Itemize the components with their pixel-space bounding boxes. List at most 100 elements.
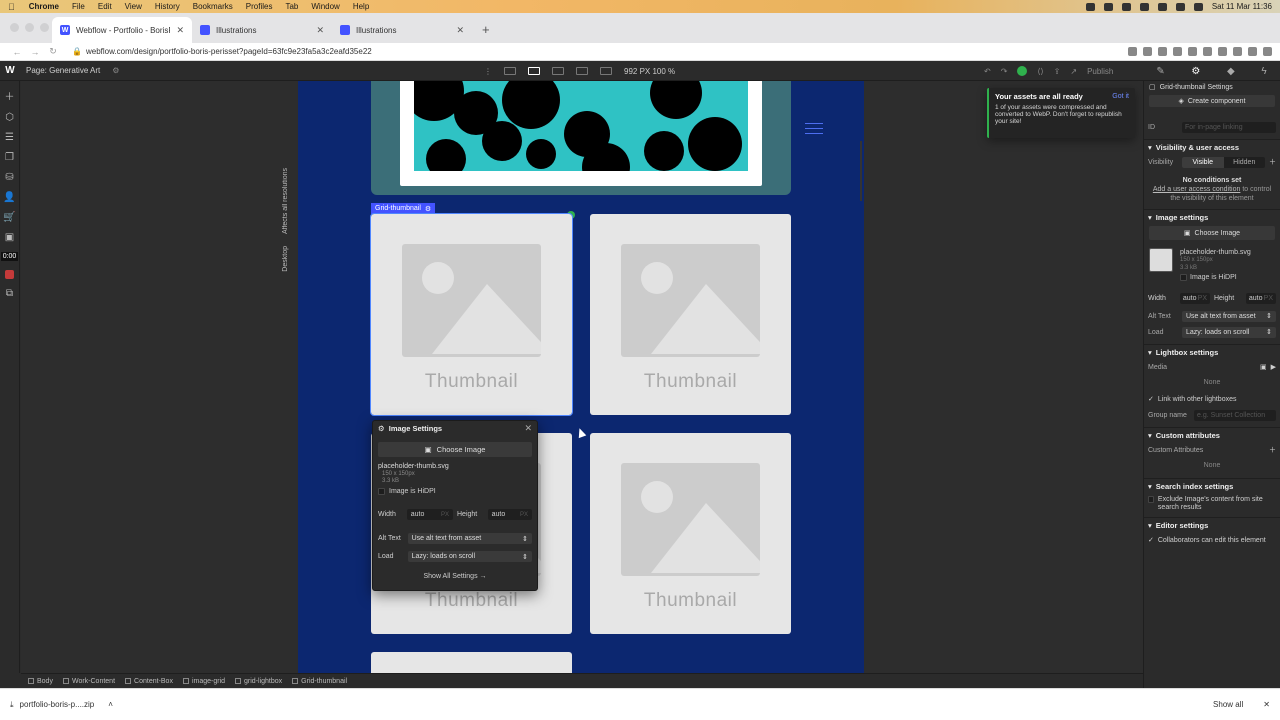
breakpoint-mobile-icon[interactable] <box>600 67 612 75</box>
close-icon[interactable]: ✕ <box>1263 700 1270 709</box>
hidden-option[interactable]: Hidden <box>1224 157 1266 168</box>
back-arrow-icon[interactable]: ← <box>8 47 26 57</box>
chevron-up-icon[interactable]: ˄ <box>108 700 113 709</box>
webflow-logo[interactable]: W <box>0 65 20 76</box>
extension-icon[interactable] <box>1218 47 1227 56</box>
image-section-header[interactable]: ▾ Image settings <box>1144 209 1280 224</box>
dropbox-icon[interactable] <box>1103 2 1113 11</box>
breadcrumb-grid-lightbox[interactable]: grid-lightbox <box>232 678 285 685</box>
profile-icon[interactable] <box>1248 47 1257 56</box>
maximize-window-button[interactable] <box>40 23 49 32</box>
editor-section-header[interactable]: ▾ Editor settings <box>1144 517 1280 532</box>
hidpi-row[interactable]: Image is HiDPI <box>1180 273 1251 282</box>
add-attribute-icon[interactable]: ＋ <box>1269 445 1276 455</box>
tab-illustrations-2[interactable]: Illustrations ✕ <box>332 17 472 43</box>
menu-app-chrome[interactable]: Chrome <box>29 2 59 11</box>
custom-attributes-section-header[interactable]: ▾ Custom attributes <box>1144 427 1280 442</box>
hidpi-checkbox[interactable] <box>378 488 385 495</box>
breadcrumb-content-box[interactable]: Content-Box <box>122 678 176 685</box>
tab-webflow[interactable]: W Webflow - Portfolio - BorisPérisset ✕ <box>52 17 192 43</box>
gear-status-icon[interactable] <box>1085 2 1095 11</box>
forward-arrow-icon[interactable]: → <box>26 47 44 57</box>
extension-icon[interactable] <box>1158 47 1167 56</box>
extension-icon[interactable] <box>1188 47 1197 56</box>
generative-art-card[interactable] <box>371 81 791 195</box>
close-icon[interactable]: ✕ <box>524 423 532 434</box>
star-icon[interactable] <box>1143 47 1152 56</box>
create-component-button[interactable]: ◈ Create component <box>1149 95 1275 107</box>
wifi-icon[interactable] <box>1157 2 1167 11</box>
exclude-search-row[interactable]: Exclude Image's content from site search… <box>1144 493 1280 513</box>
code-icon[interactable]: ⟨⟩ <box>1037 67 1043 76</box>
group-name-input[interactable]: e.g. Sunset Collection <box>1194 409 1276 421</box>
breakpoint-large-icon[interactable] <box>504 67 516 75</box>
id-input[interactable]: For in-page linking <box>1182 121 1276 133</box>
menu-window[interactable]: Window <box>311 2 339 11</box>
assets-icon[interactable]: ▣ <box>5 232 14 243</box>
breadcrumb-image-grid[interactable]: image-grid <box>180 678 228 685</box>
load-select[interactable]: Lazy: loads on scroll ⇕ <box>1182 326 1276 338</box>
show-all-settings-link[interactable]: Show All Settings → <box>373 573 537 580</box>
hidpi-checkbox[interactable] <box>1180 274 1187 282</box>
breakpoint-tablet-icon[interactable] <box>552 67 564 75</box>
check-icon[interactable]: ✓ <box>1148 536 1154 544</box>
image-thumbnail[interactable] <box>1149 248 1173 273</box>
apps-icon[interactable]: ⧉ <box>6 288 13 299</box>
grid-thumbnail[interactable]: Thumbnail <box>590 214 791 415</box>
alt-text-select[interactable]: Use alt text from asset ⇕ <box>1182 310 1276 322</box>
redo-icon[interactable]: ↷ <box>1001 67 1008 76</box>
cloud-icon[interactable] <box>1121 2 1131 11</box>
image-media-icon[interactable]: ▣ <box>1260 363 1267 371</box>
width-input[interactable]: auto PX <box>406 509 453 520</box>
page-settings-icon[interactable]: ⚙ <box>112 66 119 75</box>
interactions-tab-icon[interactable]: ◆ <box>1227 66 1235 77</box>
add-panel-icon[interactable]: ＋ <box>5 88 15 103</box>
extension-icon[interactable] <box>1173 47 1182 56</box>
height-input[interactable]: auto PX <box>487 509 532 520</box>
hidpi-checkbox-row[interactable]: Image is HiDPI <box>373 484 537 495</box>
visibility-section-header[interactable]: ▾ Visibility & user access <box>1144 139 1280 154</box>
page-selector[interactable]: Page: Generative Art <box>26 66 100 75</box>
more-icon[interactable] <box>1263 47 1272 56</box>
tab-illustrations-1[interactable]: Illustrations ✕ <box>192 17 332 43</box>
link-lightboxes-row[interactable]: ✓ Link with other lightboxes <box>1144 391 1280 407</box>
record-icon[interactable] <box>5 270 14 279</box>
video-media-icon[interactable]: ▶ <box>1271 363 1276 371</box>
settings-tab-gear-icon[interactable]: ⚙ <box>1191 66 1200 77</box>
menu-history[interactable]: History <box>155 2 180 11</box>
collaborators-row[interactable]: ✓ Collaborators can edit this element <box>1144 532 1280 548</box>
check-icon[interactable]: ✓ <box>1148 395 1154 403</box>
load-select[interactable]: Lazy: loads on scroll ⇕ <box>407 551 532 562</box>
close-window-button[interactable] <box>10 23 19 32</box>
minimize-window-button[interactable] <box>25 23 34 32</box>
menu-tab[interactable]: Tab <box>285 2 298 11</box>
breakpoint-landscape-icon[interactable] <box>576 67 588 75</box>
close-tab-icon[interactable]: ✕ <box>176 25 184 36</box>
menu-edit[interactable]: Edit <box>98 2 112 11</box>
breadcrumb-body[interactable]: Body <box>25 678 56 685</box>
download-item[interactable]: ⤓ portfolio-boris-p....zip ˄ <box>10 700 113 710</box>
battery-icon[interactable] <box>1139 2 1149 11</box>
new-tab-button[interactable]: + <box>482 22 490 37</box>
search-icon[interactable] <box>1175 2 1185 11</box>
hamburger-menu-icon[interactable] <box>805 123 823 138</box>
share-icon[interactable] <box>1128 47 1137 56</box>
close-tab-icon[interactable]: ✕ <box>316 25 324 36</box>
grid-thumbnail[interactable]: Thumbnail <box>370 213 573 416</box>
ecommerce-icon[interactable]: 🛒 <box>3 212 15 223</box>
grid-thumbnail[interactable] <box>371 652 572 673</box>
alt-text-select[interactable]: Use alt text from asset ⇕ <box>407 533 532 544</box>
menubar-clock[interactable]: Sat 11 Mar 11:36 <box>1212 2 1272 11</box>
menu-bookmarks[interactable]: Bookmarks <box>193 2 233 11</box>
symbols-icon[interactable]: ⬡ <box>5 112 14 123</box>
lightbox-section-header[interactable]: ▾ Lightbox settings <box>1144 344 1280 359</box>
grid-thumbnail[interactable]: Thumbnail <box>590 433 791 634</box>
gear-icon[interactable]: ⚙ <box>425 205 431 213</box>
puzzle-icon[interactable] <box>1233 47 1242 56</box>
add-condition-icon[interactable]: ＋ <box>1269 157 1276 167</box>
export-icon[interactable]: ⇪ <box>1054 67 1061 76</box>
users-icon[interactable]: 👤 <box>3 192 15 203</box>
selected-element-tag[interactable]: Grid-thumbnail ⚙ <box>371 203 436 214</box>
extension-icon[interactable] <box>1203 47 1212 56</box>
breadcrumb-work-content[interactable]: Work-Content <box>60 678 118 685</box>
